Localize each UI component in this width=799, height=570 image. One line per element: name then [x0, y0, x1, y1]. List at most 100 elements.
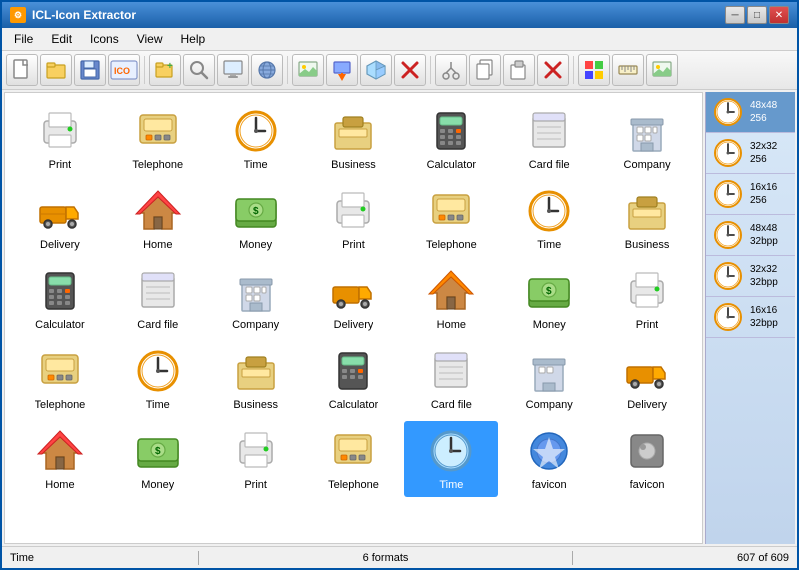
- icon-money-1[interactable]: $ Money: [209, 181, 303, 257]
- close-button[interactable]: ✕: [769, 6, 789, 24]
- paste-button[interactable]: [503, 54, 535, 86]
- ico-button[interactable]: ICO: [108, 54, 140, 86]
- icon-money-2[interactable]: $ Money: [502, 261, 596, 337]
- side-text-1: 48x48 256: [750, 99, 777, 125]
- icon-home-1[interactable]: Home: [111, 181, 205, 257]
- icon-telephone-3[interactable]: Telephone: [13, 341, 107, 417]
- side-clock-icon-1: [712, 96, 744, 128]
- menu-edit[interactable]: Edit: [43, 30, 80, 48]
- side-item-32x32-32bpp[interactable]: 32x32 32bpp: [706, 256, 795, 297]
- calculator-icon-3: [329, 347, 377, 395]
- open-button[interactable]: [40, 54, 72, 86]
- save-button[interactable]: [74, 54, 106, 86]
- globe-button[interactable]: [251, 54, 283, 86]
- icon-cardfile-1[interactable]: Card file: [502, 101, 596, 177]
- menu-help[interactable]: Help: [173, 30, 214, 48]
- separator-2: [287, 56, 288, 84]
- calculator-icon-1: [427, 107, 475, 155]
- icon-print-4[interactable]: Print: [209, 421, 303, 497]
- icon-company-3[interactable]: Company: [502, 341, 596, 417]
- icon-time-2[interactable]: Time: [502, 181, 596, 257]
- cube-button[interactable]: [360, 54, 392, 86]
- side-item-16x16-256[interactable]: 16x16 256: [706, 174, 795, 215]
- icon-print-2[interactable]: Print: [307, 181, 401, 257]
- icon-company-2[interactable]: Company: [209, 261, 303, 337]
- money-1-label: Money: [239, 239, 272, 251]
- cut-button[interactable]: [435, 54, 467, 86]
- svg-text:+: +: [167, 61, 173, 72]
- icon-delivery-1[interactable]: Delivery: [13, 181, 107, 257]
- icon-business-3[interactable]: Business: [209, 341, 303, 417]
- monitor-button[interactable]: [217, 54, 249, 86]
- side-clock-icon-4: [712, 219, 744, 251]
- cardfile-1-label: Card file: [529, 159, 570, 171]
- icon-time-3[interactable]: Time: [111, 341, 205, 417]
- company-icon-1: [623, 107, 671, 155]
- toolbar: ICO +: [2, 51, 797, 90]
- minimize-button[interactable]: ─: [725, 6, 745, 24]
- icon-print-3[interactable]: Print: [600, 261, 694, 337]
- business-3-label: Business: [233, 399, 278, 411]
- icon-business-1[interactable]: Business: [307, 101, 401, 177]
- icon-telephone-2[interactable]: Telephone: [404, 181, 498, 257]
- time-icon-1: [232, 107, 280, 155]
- icon-delivery-2[interactable]: Delivery: [307, 261, 401, 337]
- menu-icons[interactable]: Icons: [82, 30, 127, 48]
- telephone-2-label: Telephone: [426, 239, 477, 251]
- delivery-icon-1: [36, 187, 84, 235]
- icon-telephone-1[interactable]: Telephone: [111, 101, 205, 177]
- landscape-button[interactable]: [292, 54, 324, 86]
- side-item-48x48-256[interactable]: 48x48 256: [706, 92, 795, 133]
- icon-favicon-2[interactable]: favicon: [600, 421, 694, 497]
- menu-file[interactable]: File: [6, 30, 41, 48]
- side-text-4: 48x48 32bpp: [750, 222, 778, 248]
- icon-calculator-1[interactable]: Calculator: [404, 101, 498, 177]
- icon-time-selected[interactable]: Time: [404, 421, 498, 497]
- money-2-label: Money: [533, 319, 566, 331]
- icon-calculator-3[interactable]: Calculator: [307, 341, 401, 417]
- print-3-label: Print: [636, 319, 659, 331]
- delete-red-button[interactable]: [394, 54, 426, 86]
- windows-button[interactable]: [578, 54, 610, 86]
- icon-home-3[interactable]: Home: [13, 421, 107, 497]
- icon-home-2[interactable]: Home: [404, 261, 498, 337]
- download-button[interactable]: [326, 54, 358, 86]
- image-button[interactable]: [646, 54, 678, 86]
- menu-view[interactable]: View: [129, 30, 171, 48]
- maximize-button[interactable]: □: [747, 6, 767, 24]
- svg-text:$: $: [253, 206, 259, 217]
- print-icon-2: [329, 187, 377, 235]
- svg-text:ICO: ICO: [114, 66, 130, 76]
- icon-grid-container[interactable]: Print Telephone Time: [4, 92, 703, 544]
- delete2-button[interactable]: [537, 54, 569, 86]
- icon-company-1[interactable]: Company: [600, 101, 694, 177]
- side-item-32x32-256[interactable]: 32x32 256: [706, 133, 795, 174]
- icon-business-2[interactable]: Business: [600, 181, 694, 257]
- icon-cardfile-3[interactable]: Card file: [404, 341, 498, 417]
- time-2-label: Time: [537, 239, 561, 251]
- telephone-1-label: Telephone: [132, 159, 183, 171]
- icon-calculator-2[interactable]: Calculator: [13, 261, 107, 337]
- icon-print-1[interactable]: Print: [13, 101, 107, 177]
- business-icon-3: [232, 347, 280, 395]
- side-item-48x48-32bpp[interactable]: 48x48 32bpp: [706, 215, 795, 256]
- icon-favicon-1[interactable]: favicon: [502, 421, 596, 497]
- new-button[interactable]: [6, 54, 38, 86]
- icon-time-1[interactable]: Time: [209, 101, 303, 177]
- icon-money-3[interactable]: $ Money: [111, 421, 205, 497]
- side-clock-icon-6: [712, 301, 744, 333]
- icon-telephone-4[interactable]: Telephone: [307, 421, 401, 497]
- company-2-label: Company: [232, 319, 279, 331]
- ruler-button[interactable]: [612, 54, 644, 86]
- favicon-2-label: favicon: [630, 479, 665, 491]
- copy-button[interactable]: [469, 54, 501, 86]
- icon-delivery-3[interactable]: Delivery: [600, 341, 694, 417]
- telephone-icon-4: [329, 427, 377, 475]
- search-button[interactable]: [183, 54, 215, 86]
- icon-cardfile-2[interactable]: Card file: [111, 261, 205, 337]
- status-center: 6 formats: [363, 552, 409, 564]
- business-1-label: Business: [331, 159, 376, 171]
- add-folder-button[interactable]: +: [149, 54, 181, 86]
- delivery-icon-2: [329, 267, 377, 315]
- side-item-16x16-32bpp[interactable]: 16x16 32bpp: [706, 297, 795, 338]
